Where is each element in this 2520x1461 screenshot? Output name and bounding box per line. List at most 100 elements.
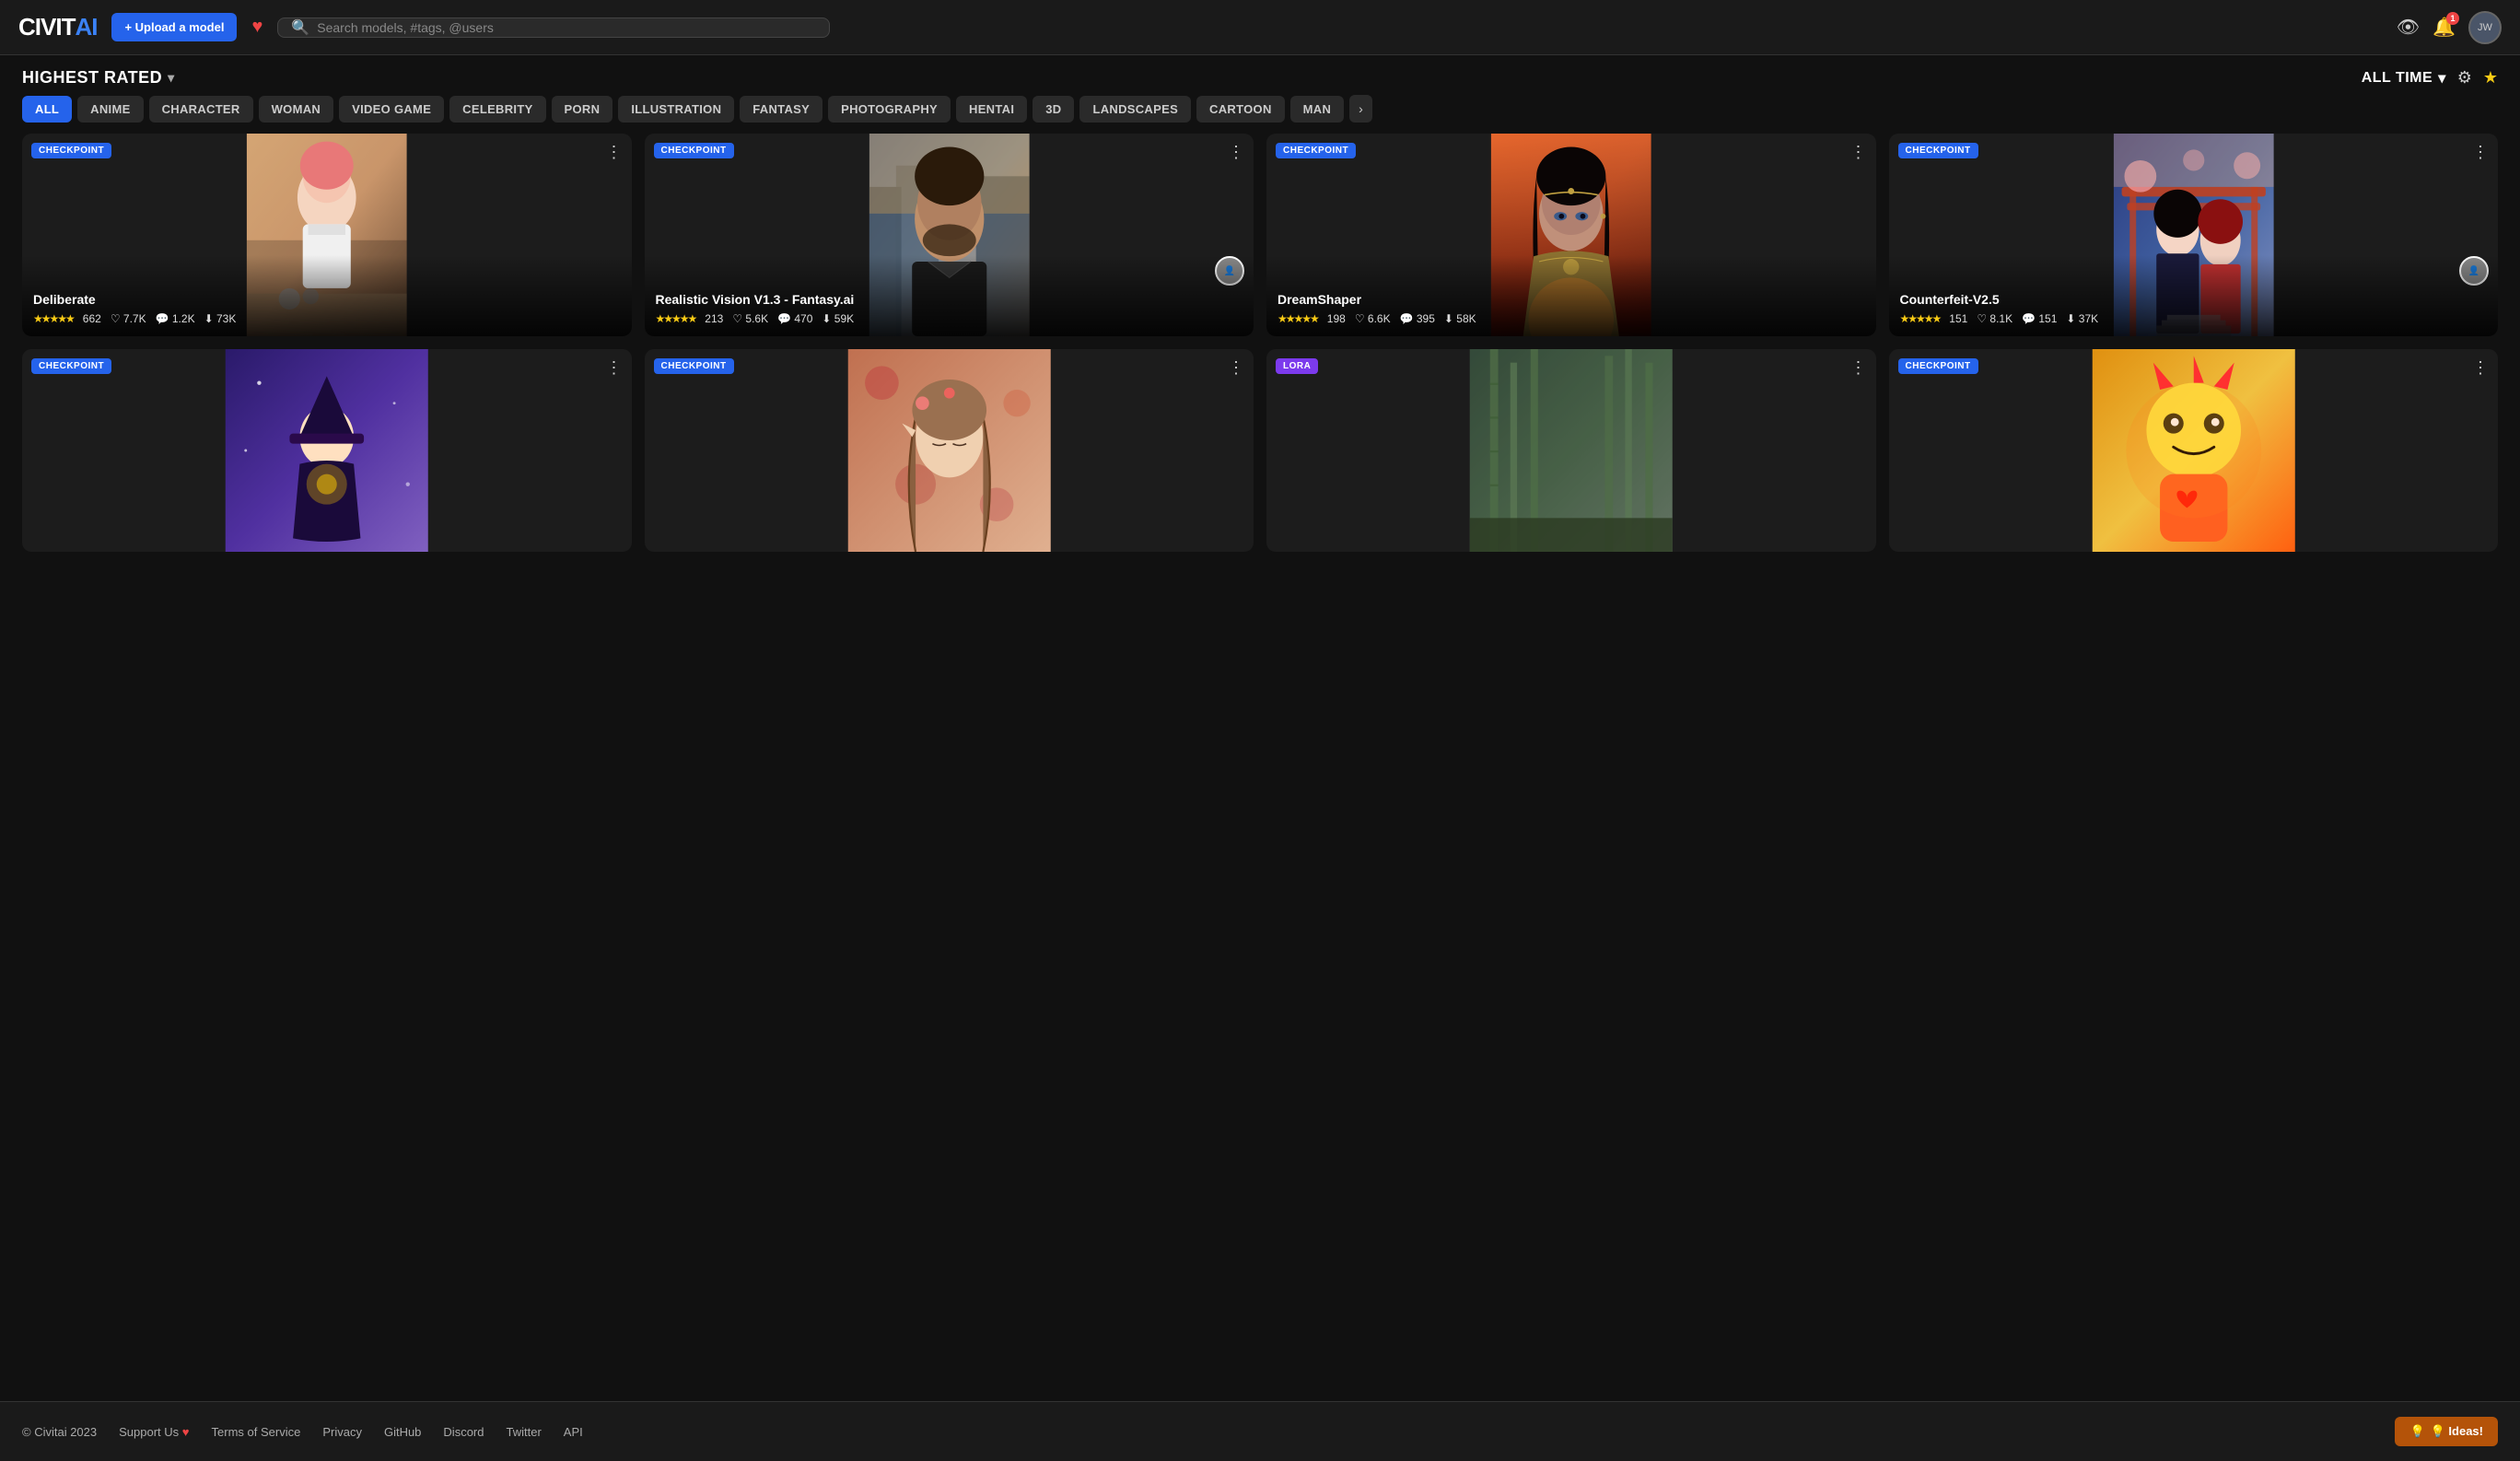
stars-realistic-vision: ★★★★★ [656,312,696,325]
ideas-button[interactable]: 💡 💡 Ideas! [2395,1417,2498,1446]
rating-dreamshaper: 198 [1327,312,1346,325]
card-badge-forest-lora: LORA [1276,358,1318,374]
sort-button[interactable]: HIGHEST RATED ▾ [22,68,175,88]
footer-copyright: © Civitai 2023 [22,1425,97,1439]
category-porn[interactable]: PORN [552,96,613,123]
rating-realistic-vision: 213 [705,312,723,325]
category-woman[interactable]: WOMAN [259,96,334,123]
category-more-button[interactable]: › [1349,95,1372,123]
time-label: ALL TIME [2362,70,2432,87]
card-badge-cartoon: CHECKPOINT [1898,358,1978,374]
card-title-deliberate: Deliberate [33,292,621,307]
time-filter-button[interactable]: ALL TIME ▾ [2362,69,2446,88]
card-badge-dreamshaper: CHECKPOINT [1276,143,1356,158]
stars-dreamshaper: ★★★★★ [1278,312,1318,325]
card-title-realistic-vision: Realistic Vision V1.3 - Fantasy.ai [656,292,1243,307]
footer-terms-link[interactable]: Terms of Service [212,1425,301,1439]
logo[interactable]: CIVITAI [18,13,97,41]
card-badge-witch: CHECKPOINT [31,358,111,374]
category-video-game[interactable]: VIDEO GAME [339,96,444,123]
comments-realistic-vision: 💬 470 [777,312,812,325]
grid-col-3: CHECKPOINT ⋮ DreamShaper ★★★★★ 198 ♡ 6.6… [1266,134,1876,552]
category-cartoon[interactable]: CARTOON [1196,96,1285,123]
search-bar: 🔍 [277,18,830,38]
stars-deliberate: ★★★★★ [33,312,74,325]
header: CIVITAI + Upload a model ♥ 🔍 👁 🔔 1 JW [0,0,2520,55]
card-deliberate[interactable]: CHECKPOINT ⋮ Deliberate ★★★★★ 662 ♡ 7.7K… [22,134,632,336]
main-content: CHECKPOINT ⋮ Deliberate ★★★★★ 662 ♡ 7.7K… [0,134,2520,1401]
footer-heart-icon: ♥ [182,1425,190,1439]
card-title-dreamshaper: DreamShaper [1278,292,1865,307]
card-menu-dreamshaper[interactable]: ⋮ [1850,143,1867,162]
footer-twitter-link[interactable]: Twitter [507,1425,542,1439]
star-notification-icon[interactable]: ★ [2483,68,2498,88]
card-menu-realistic-vision[interactable]: ⋮ [1228,143,1244,162]
card-badge-counterfeit: CHECKPOINT [1898,143,1978,158]
category-bar: ALL ANIME CHARACTER WOMAN VIDEO GAME CEL… [0,95,2520,134]
sort-chevron-icon: ▾ [168,70,175,86]
card-badge-realistic-vision: CHECKPOINT [654,143,734,158]
ideas-label: 💡 Ideas! [2431,1424,2483,1439]
category-hentai[interactable]: HENTAI [956,96,1027,123]
card-cartoon[interactable]: CHECKPOINT ⋮ [1889,349,2499,552]
search-input[interactable] [317,20,816,35]
category-landscapes[interactable]: LANDSCAPES [1079,96,1191,123]
category-3d[interactable]: 3D [1032,96,1074,123]
grid-col-2: CHECKPOINT ⋮ 👤 Realistic Vision V1.3 - F… [645,134,1254,552]
stars-counterfeit: ★★★★★ [1900,312,1941,325]
category-illustration[interactable]: ILLUSTRATION [618,96,734,123]
card-menu-cartoon[interactable]: ⋮ [2472,358,2489,378]
logo-civit: CIVIT [18,13,75,41]
footer-discord-link[interactable]: Discord [443,1425,484,1439]
card-realistic-vision[interactable]: CHECKPOINT ⋮ 👤 Realistic Vision V1.3 - F… [645,134,1254,336]
likes-deliberate: ♡ 7.7K [111,312,146,325]
category-celebrity[interactable]: CELEBRITY [449,96,545,123]
card-stats-realistic-vision: ★★★★★ 213 ♡ 5.6K 💬 470 ⬇ 59K [656,312,1243,325]
ideas-icon: 💡 [2409,1424,2424,1439]
upload-button[interactable]: + Upload a model [111,13,237,41]
footer-github-link[interactable]: GitHub [384,1425,421,1439]
category-fantasy[interactable]: FANTASY [740,96,822,123]
footer-privacy-link[interactable]: Privacy [322,1425,362,1439]
header-right: 👁 🔔 1 JW [2397,11,2502,44]
card-badge-deliberate: CHECKPOINT [31,143,111,158]
likes-counterfeit: ♡ 8.1K [1977,312,2012,325]
eye-icon[interactable]: 👁 [2397,16,2420,39]
footer-api-link[interactable]: API [564,1425,583,1439]
footer-support-link[interactable]: Support Us ♥ [119,1425,189,1439]
card-dreamshaper[interactable]: CHECKPOINT ⋮ DreamShaper ★★★★★ 198 ♡ 6.6… [1266,134,1876,336]
comments-dreamshaper: 💬 395 [1400,312,1435,325]
card-witch[interactable]: CHECKPOINT ⋮ [22,349,632,552]
likes-realistic-vision: ♡ 5.6K [732,312,768,325]
category-all[interactable]: ALL [22,96,72,123]
heart-icon[interactable]: ♥ [251,17,262,38]
filter-icon[interactable]: ⚙ [2457,68,2472,88]
card-menu-witch[interactable]: ⋮ [606,358,623,378]
footer: © Civitai 2023 Support Us ♥ Terms of Ser… [0,1401,2520,1461]
card-info-realistic-vision: Realistic Vision V1.3 - Fantasy.ai ★★★★★… [645,255,1254,336]
toolbar: HIGHEST RATED ▾ ALL TIME ▾ ⚙ ★ [0,55,2520,95]
category-man[interactable]: MAN [1290,96,1345,123]
notification-icon[interactable]: 🔔 1 [2432,16,2456,39]
comments-deliberate: 💬 1.2K [156,312,195,325]
downloads-counterfeit: ⬇ 37K [2066,312,2098,325]
avatar[interactable]: JW [2468,11,2502,44]
category-anime[interactable]: ANIME [77,96,143,123]
card-elf[interactable]: CHECKPOINT ⋮ [645,349,1254,552]
category-photography[interactable]: PHOTOGRAPHY [828,96,951,123]
card-menu-counterfeit[interactable]: ⋮ [2472,143,2489,162]
card-counterfeit[interactable]: 18+ CHECKPOINT ⋮ 👤 Counterfeit-V2.5 ★★★★… [1889,134,2499,336]
search-icon: 🔍 [291,18,309,37]
likes-dreamshaper: ♡ 6.6K [1355,312,1391,325]
category-character[interactable]: CHARACTER [149,96,253,123]
card-forest-lora[interactable]: LORA ⋮ [1266,349,1876,552]
downloads-realistic-vision: ⬇ 59K [822,312,854,325]
logo-ai: AI [75,13,97,41]
card-stats-counterfeit: ★★★★★ 151 ♡ 8.1K 💬 151 ⬇ 37K [1900,312,2488,325]
card-menu-forest-lora[interactable]: ⋮ [1850,358,1867,378]
card-menu-deliberate[interactable]: ⋮ [606,143,623,162]
notification-badge: 1 [2446,12,2459,25]
card-title-counterfeit: Counterfeit-V2.5 [1900,292,2488,307]
card-menu-elf[interactable]: ⋮ [1228,358,1244,378]
sort-label: HIGHEST RATED [22,68,162,88]
